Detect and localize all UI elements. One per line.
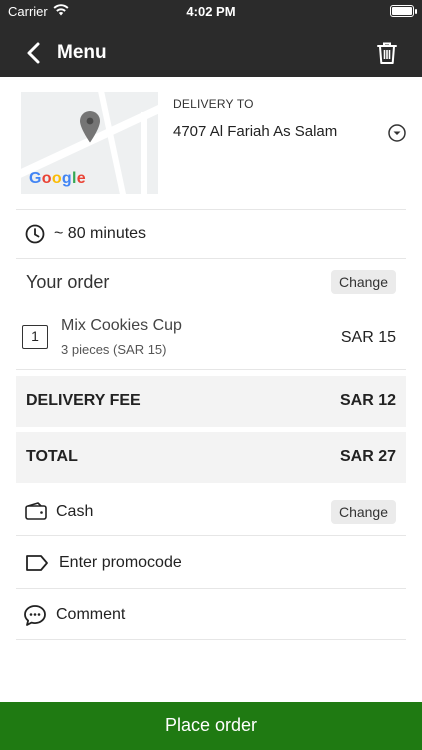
navigation-bar: Menu	[0, 30, 422, 76]
order-heading: Your order	[26, 272, 110, 292]
clock-icon	[25, 224, 45, 249]
comment-label: Comment	[56, 606, 126, 623]
change-order-button[interactable]: Change	[330, 270, 396, 294]
chat-bubble-icon	[23, 604, 47, 631]
total-value: SAR 27	[339, 448, 396, 465]
delivery-eta-row: ~ 80 minutes	[16, 210, 406, 259]
item-quantity: 1	[22, 325, 48, 349]
delivery-fee-value: SAR 12	[339, 392, 396, 409]
map-road	[141, 112, 147, 194]
change-payment-button[interactable]: Change	[330, 500, 396, 524]
order-header: Your order Change	[16, 259, 406, 305]
clock-time: 4:02 PM	[186, 4, 236, 19]
delivery-to-label: DELIVERY TO	[173, 97, 254, 111]
chevron-down-circle-icon[interactable]	[388, 124, 406, 142]
total-label: TOTAL	[26, 448, 78, 465]
payment-row: Cash Change	[16, 487, 406, 536]
item-price: SAR 15	[340, 329, 396, 346]
trash-icon[interactable]	[374, 40, 400, 66]
payment-method: Cash	[56, 503, 94, 520]
wallet-icon	[25, 502, 47, 525]
item-detail: 3 pieces (SAR 15)	[61, 342, 167, 357]
eta-text: ~ 80 minutes	[54, 225, 147, 242]
delivery-section: Google DELIVERY TO 4707 Al Fariah As Sal…	[16, 86, 406, 210]
place-order-button[interactable]: Place order	[0, 702, 422, 750]
comment-row[interactable]: Comment	[16, 589, 406, 640]
chevron-left-icon[interactable]	[22, 40, 48, 66]
total-row: TOTAL SAR 27	[16, 432, 406, 483]
map-road	[96, 92, 132, 194]
delivery-fee-row: DELIVERY FEE SAR 12	[16, 376, 406, 427]
delivery-fee-label: DELIVERY FEE	[26, 392, 141, 409]
battery-icon	[390, 5, 414, 17]
page-title: Menu	[57, 42, 107, 63]
item-name: Mix Cookies Cup	[61, 317, 182, 334]
map-pin-icon	[79, 110, 101, 149]
delivery-address[interactable]: 4707 Al Fariah As Salam	[173, 123, 337, 140]
battery-nub	[415, 9, 417, 14]
list-item[interactable]: 1 Mix Cookies Cup 3 pieces (SAR 15) SAR …	[16, 305, 406, 370]
promocode-input[interactable]: Enter promocode	[59, 554, 182, 572]
promocode-row[interactable]: Enter promocode	[16, 536, 406, 589]
status-bar: Carrier 4:02 PM	[0, 0, 422, 22]
tag-icon	[25, 554, 49, 577]
top-bar: Carrier 4:02 PM Menu	[0, 0, 422, 77]
map-thumbnail[interactable]: Google	[21, 92, 158, 194]
google-logo: Google	[29, 170, 86, 187]
